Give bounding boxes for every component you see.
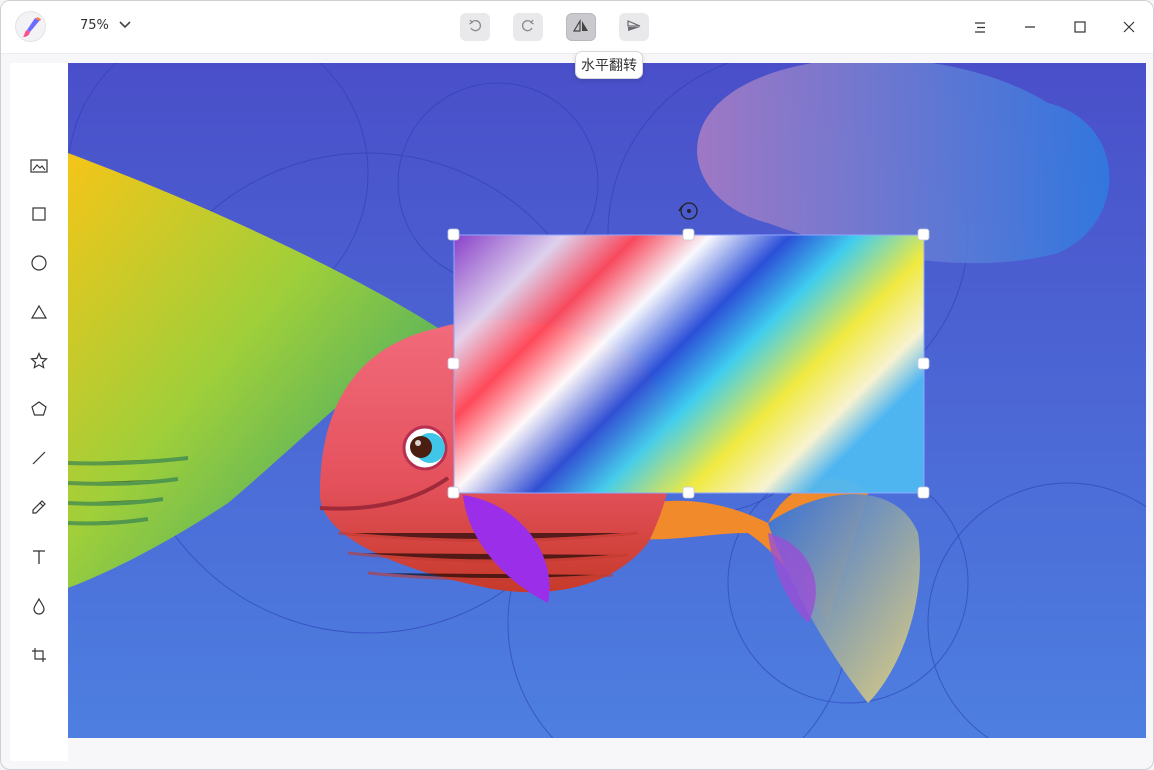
app-window: 75% 水平翻转 <box>0 0 1154 770</box>
ellipse-tool[interactable] <box>27 253 51 277</box>
minimize-icon <box>1024 18 1036 37</box>
drawing-canvas[interactable] <box>68 63 1146 738</box>
rectangle-icon <box>31 206 47 226</box>
undo-button[interactable] <box>460 13 490 41</box>
close-icon <box>1123 18 1135 37</box>
droplet-icon <box>32 597 46 619</box>
pentagon-icon <box>30 400 48 422</box>
canvas-artwork <box>68 63 1146 738</box>
paintbrush-logo-icon <box>15 11 46 42</box>
menu-button[interactable] <box>967 14 993 40</box>
close-button[interactable] <box>1116 14 1142 40</box>
star-tool[interactable] <box>27 351 51 375</box>
pen-tool[interactable] <box>27 497 51 521</box>
hamburger-menu-icon <box>974 18 986 37</box>
flip-vertical-icon <box>626 18 642 37</box>
maximize-button[interactable] <box>1067 14 1093 40</box>
undo-icon <box>468 18 482 37</box>
zoom-dropdown[interactable]: 75% <box>80 18 131 33</box>
line-icon <box>31 450 47 470</box>
polygon-tool[interactable] <box>27 399 51 423</box>
image-tool[interactable] <box>27 155 51 179</box>
flip-horizontal-button[interactable] <box>566 13 596 41</box>
text-icon <box>31 549 47 569</box>
zoom-value: 75% <box>80 18 109 33</box>
title-bar: 75% <box>1 1 1153 54</box>
redo-button[interactable] <box>513 13 543 41</box>
flip-vertical-button[interactable] <box>619 13 649 41</box>
flip-horizontal-icon <box>572 18 589 37</box>
minimize-button[interactable] <box>1017 14 1043 40</box>
triangle-icon <box>30 304 48 324</box>
tool-sidebar <box>10 63 68 761</box>
rectangle-tool[interactable] <box>27 204 51 228</box>
triangle-tool[interactable] <box>27 302 51 326</box>
flip-horizontal-tooltip: 水平翻转 <box>575 51 643 79</box>
blur-tool[interactable] <box>27 596 51 620</box>
pencil-icon <box>31 499 47 519</box>
maximize-icon <box>1074 18 1086 37</box>
star-icon <box>30 352 48 374</box>
line-tool[interactable] <box>27 448 51 472</box>
crop-icon <box>31 647 47 667</box>
redo-icon <box>521 18 535 37</box>
circle-icon <box>30 254 48 276</box>
image-icon <box>30 158 48 177</box>
crop-tool[interactable] <box>27 645 51 669</box>
chevron-down-icon <box>119 18 131 33</box>
text-tool[interactable] <box>27 547 51 571</box>
